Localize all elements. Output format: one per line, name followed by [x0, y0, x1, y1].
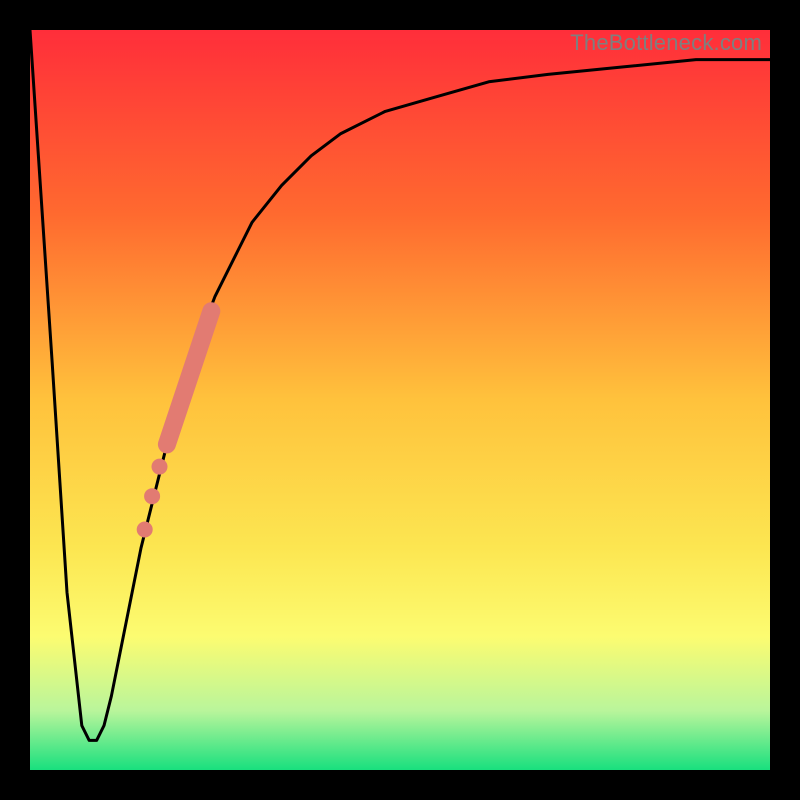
highlight-dot — [137, 522, 153, 538]
watermark-text: TheBottleneck.com — [570, 30, 762, 56]
highlight-dot — [152, 459, 168, 475]
plot-area: TheBottleneck.com — [30, 30, 770, 770]
gradient-background — [30, 30, 770, 770]
chart-wrapper: TheBottleneck.com — [0, 0, 800, 800]
highlight-dot — [144, 488, 160, 504]
chart-svg — [30, 30, 770, 770]
chart-frame: TheBottleneck.com — [0, 0, 800, 800]
